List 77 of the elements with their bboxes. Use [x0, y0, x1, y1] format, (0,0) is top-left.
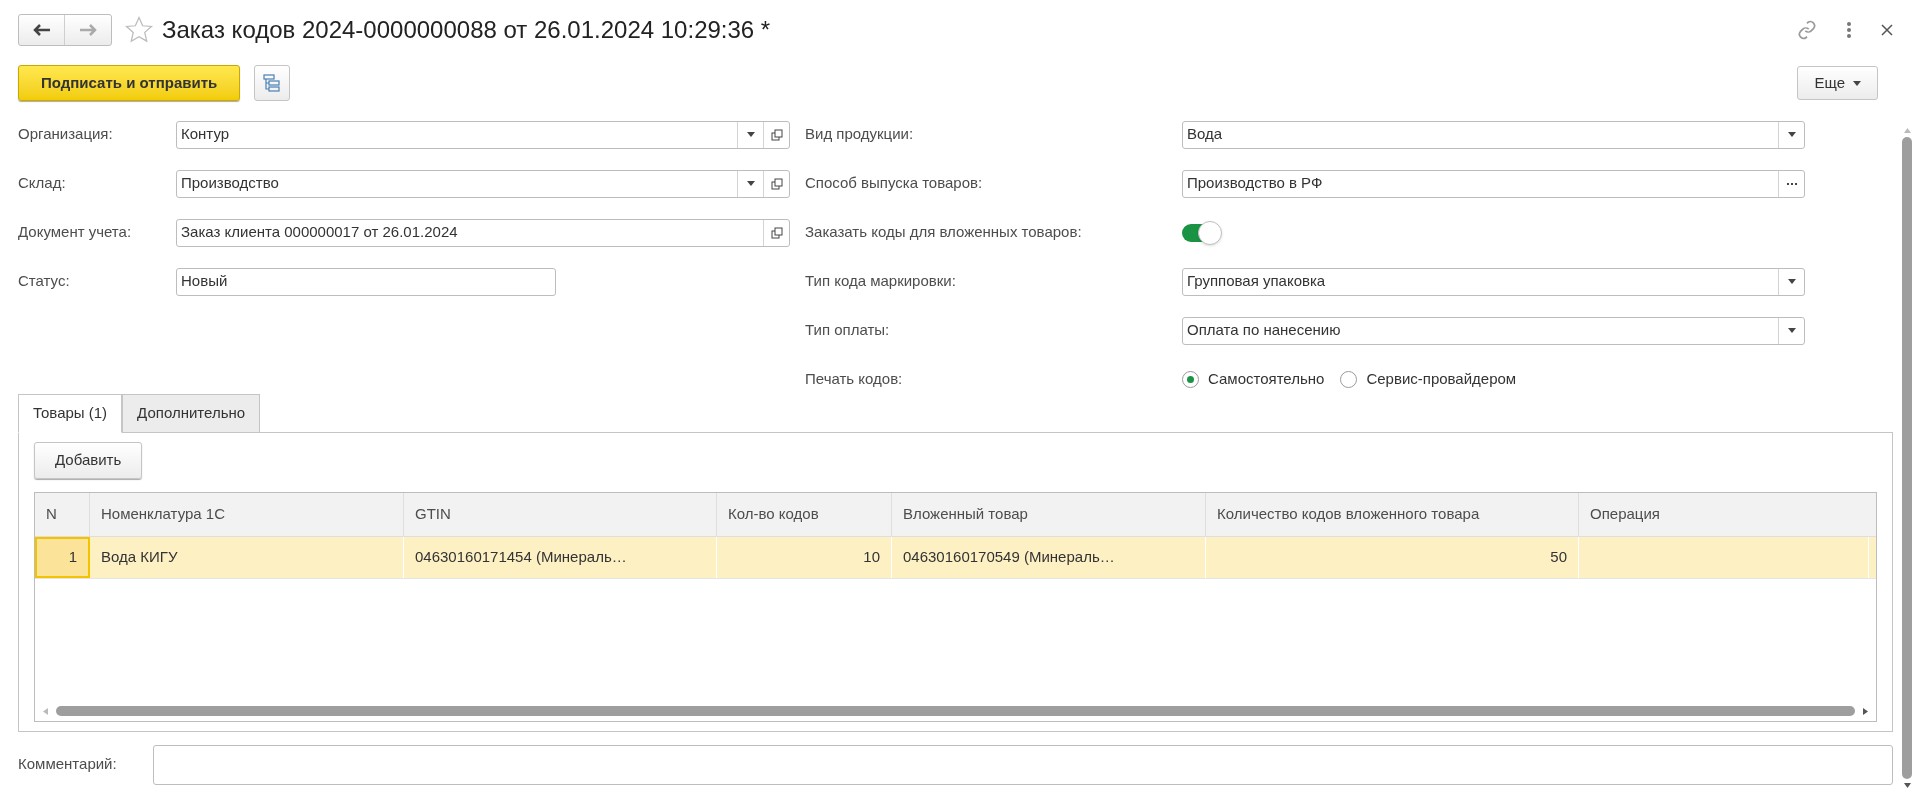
scroll-left-icon[interactable]: [43, 707, 48, 715]
table-cell: 04630160170549 (Минераль…: [892, 537, 1206, 578]
column-header[interactable]: Кол-во кодов: [717, 493, 892, 536]
field-label: Вид продукции:: [805, 124, 915, 145]
sign-and-send-button[interactable]: Подписать и отправить: [18, 65, 241, 101]
add-button[interactable]: Добавить: [34, 442, 143, 479]
table-cell: 50: [1206, 537, 1579, 578]
input-field[interactable]: Производство в РФ: [1182, 169, 1805, 198]
column-header[interactable]: N: [35, 493, 90, 536]
table-cell: 10: [717, 537, 892, 578]
field-value: Оплата по нанесению: [1186, 320, 1342, 341]
field-label: Заказать коды для вложенных товаров:: [805, 222, 1083, 243]
field-value: Новый: [180, 271, 229, 292]
table-cell: 1: [35, 537, 90, 578]
radio-label: Самостоятельно: [1208, 369, 1325, 390]
field-label: Способ выпуска товаров:: [805, 173, 984, 194]
forward-arrow-icon: [79, 24, 97, 36]
open-window-icon: [770, 177, 783, 190]
dropdown-arrow-icon: [746, 132, 755, 137]
column-header[interactable]: Операция: [1579, 493, 1869, 536]
field-label: Тип кода маркировки:: [805, 271, 957, 292]
open-window-icon: [770, 128, 783, 141]
input-field[interactable]: Заказ клиента 000000017 от 26.01.2024: [176, 218, 790, 247]
input-field[interactable]: Оплата по нанесению: [1182, 316, 1805, 345]
structure-button[interactable]: [254, 65, 291, 101]
comment-label: Комментарий:: [18, 754, 118, 774]
dropdown-arrow-icon: [1787, 132, 1796, 137]
radio-label: Сервис-провайдером: [1366, 369, 1517, 390]
more-button[interactable]: Еще: [1797, 66, 1878, 100]
column-header[interactable]: GTIN: [404, 493, 717, 536]
input-field[interactable]: Вода: [1182, 120, 1805, 149]
field-value: Производство в РФ: [1186, 173, 1324, 194]
back-arrow-icon: [32, 24, 51, 36]
comment-field[interactable]: [153, 745, 1893, 785]
tab[interactable]: Товары (1): [18, 394, 123, 433]
input-field[interactable]: Производство: [176, 169, 790, 198]
more-options-icon[interactable]: [1847, 22, 1851, 38]
ellipsis-icon: [1786, 182, 1797, 185]
field-label: Документ учета:: [18, 222, 133, 243]
column-header[interactable]: Вложенный товар: [892, 493, 1206, 536]
dropdown-arrow-icon: [1787, 328, 1796, 333]
vertical-scrollbar[interactable]: [1901, 128, 1913, 788]
scroll-down-icon[interactable]: [1903, 783, 1911, 788]
hierarchy-icon: [262, 73, 283, 93]
field-label: Организация:: [18, 124, 114, 145]
window-title: Заказ кодов 2024-0000000088 от 26.01.2024 10:29:36 *: [162, 15, 771, 45]
toggle-switch[interactable]: [1182, 223, 1220, 242]
input-field[interactable]: Групповая упаковка: [1182, 267, 1805, 296]
column-header[interactable]: Номенклатура 1С: [90, 493, 404, 536]
scroll-up-icon[interactable]: [1903, 128, 1911, 133]
dropdown-arrow-icon: [1787, 279, 1796, 284]
field-value: Производство: [180, 173, 280, 194]
scroll-right-icon[interactable]: [1863, 707, 1868, 715]
field-value: Групповая упаковка: [1186, 271, 1327, 292]
input-field[interactable]: Контур: [176, 120, 790, 149]
field-value: Заказ клиента 000000017 от 26.01.2024: [180, 222, 459, 243]
link-icon[interactable]: [1797, 20, 1817, 40]
field-label: Тип оплаты:: [805, 320, 891, 341]
table-cell: Вода КИГУ: [90, 537, 404, 578]
tab[interactable]: Дополнительно: [122, 394, 261, 433]
table-cell: 04630160171454 (Минераль…: [404, 537, 717, 578]
field-label: Печать кодов:: [805, 369, 904, 390]
radio-button[interactable]: [1340, 371, 1358, 388]
field-value: Вода: [1186, 124, 1224, 145]
radio-button[interactable]: [1182, 371, 1199, 388]
open-window-icon: [770, 226, 783, 239]
table-row[interactable]: 1 Вода КИГУ 04630160171454 (Минераль… 10 04630160170549 (Минераль… 50: [35, 537, 1876, 579]
horizontal-scrollbar[interactable]: [43, 705, 1868, 717]
field-value: Контур: [180, 124, 231, 145]
column-header[interactable]: Количество кодов вложенного товара: [1206, 493, 1579, 536]
star-icon[interactable]: [124, 15, 154, 45]
close-icon[interactable]: [1881, 24, 1893, 36]
field-label: Склад:: [18, 173, 67, 194]
dropdown-arrow-icon: [746, 181, 755, 186]
field-label: Статус:: [18, 271, 71, 292]
input-field[interactable]: Новый: [176, 267, 556, 296]
dropdown-arrow-icon: [1853, 80, 1861, 86]
